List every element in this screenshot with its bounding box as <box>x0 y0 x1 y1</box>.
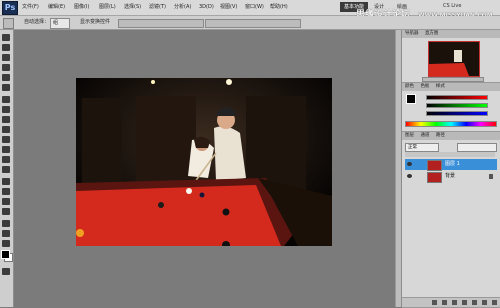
distribute-buttons[interactable] <box>205 19 301 28</box>
menu-image[interactable]: 图像(I) <box>74 1 89 13</box>
color-panel: 颜色 色板 样式 <box>402 83 500 132</box>
folder-icon[interactable] <box>472 300 477 305</box>
layer-thumbnail <box>427 160 442 171</box>
eye-icon[interactable] <box>407 162 412 166</box>
tab-paths[interactable]: 路径 <box>436 133 445 138</box>
eraser-tool-icon[interactable] <box>2 136 10 143</box>
cs-live-button[interactable]: CS Live <box>443 3 461 9</box>
navigator-zoom-slider[interactable] <box>422 77 484 82</box>
options-bar: 自动选择： 组 显示变换控件 <box>0 16 500 30</box>
history-brush-tool-icon[interactable] <box>2 126 10 133</box>
toolbox <box>0 30 14 307</box>
navigator-tabs: 导航器 直方图 <box>402 30 500 38</box>
show-transform-checkbox[interactable]: 显示变换控件 <box>78 18 112 27</box>
menu-view[interactable]: 视图(V) <box>220 1 237 13</box>
move-tool-icon[interactable] <box>3 18 14 29</box>
tab-styles[interactable]: 样式 <box>436 84 445 89</box>
mask-icon[interactable] <box>452 300 457 305</box>
adjustment-icon[interactable] <box>462 300 467 305</box>
crop-tool-icon[interactable] <box>2 74 10 81</box>
navigator-panel: 导航器 直方图 <box>402 30 500 83</box>
tab-channels[interactable]: 通道 <box>420 133 429 138</box>
hand-tool-icon[interactable] <box>2 230 10 237</box>
menu-layer[interactable]: 图层(L) <box>99 1 116 13</box>
clone-stamp-tool-icon[interactable] <box>2 116 10 123</box>
tab-swatches[interactable]: 色板 <box>420 84 429 89</box>
menu-file[interactable]: 文件(F) <box>22 1 39 13</box>
lock-icon <box>489 174 493 179</box>
lock-row[interactable] <box>405 152 495 157</box>
navigator-thumbnail[interactable] <box>428 41 480 77</box>
tab-navigator[interactable]: 导航器 <box>405 31 419 36</box>
menu-help[interactable]: 帮助(H) <box>270 1 288 13</box>
menu-analysis[interactable]: 分析(A) <box>174 1 191 13</box>
layers-panel: 图层 通道 路径 正常 图层 1 背景 <box>402 132 500 308</box>
wall-panel <box>136 96 196 191</box>
color-foreground-swatch[interactable] <box>406 94 416 104</box>
lasso-tool-icon[interactable] <box>2 54 10 61</box>
cue-ball <box>186 188 192 194</box>
gradient-tool-icon[interactable] <box>2 146 10 153</box>
link-icon[interactable] <box>432 300 437 305</box>
healing-brush-tool-icon[interactable] <box>2 96 10 103</box>
blend-mode-dropdown[interactable]: 正常 <box>405 143 439 152</box>
ball-black <box>222 208 230 216</box>
type-tool-icon[interactable] <box>2 188 10 195</box>
ball-black <box>158 202 164 208</box>
menu-select[interactable]: 选择(S) <box>124 1 141 13</box>
photoshop-logo-icon[interactable]: Ps <box>2 1 18 15</box>
ceiling-light <box>226 79 232 85</box>
3d-rotate-tool-icon[interactable] <box>2 220 10 227</box>
menu-edit[interactable]: 编辑(E) <box>48 1 65 13</box>
layer-name: 背景 <box>445 173 456 179</box>
ball-orange <box>76 229 84 237</box>
layer-row-background[interactable]: 背景 <box>405 171 497 183</box>
menu-3d[interactable]: 3D(D) <box>199 1 214 13</box>
marquee-tool-icon[interactable] <box>2 44 10 51</box>
quick-select-tool-icon[interactable] <box>2 64 10 71</box>
color-blue-slider[interactable] <box>426 111 488 116</box>
layer-row-selected[interactable]: 图层 1 <box>405 159 497 171</box>
path-select-tool-icon[interactable] <box>2 198 10 205</box>
trash-icon[interactable] <box>492 300 497 305</box>
navigator-preview <box>429 42 479 76</box>
auto-select-label: 自动选择： <box>24 19 50 25</box>
foreground-color-swatch[interactable] <box>1 250 10 259</box>
color-tabs: 颜色 色板 样式 <box>402 83 500 91</box>
fx-icon[interactable] <box>442 300 447 305</box>
pen-tool-icon[interactable] <box>2 178 10 185</box>
menu-filter[interactable]: 滤镜(T) <box>149 1 166 13</box>
layer-thumbnail <box>427 172 442 183</box>
new-layer-icon[interactable] <box>482 300 487 305</box>
photo-billiards <box>76 78 332 246</box>
tab-layers[interactable]: 图层 <box>405 133 414 138</box>
dodge-tool-icon[interactable] <box>2 166 10 173</box>
ceiling-light <box>151 80 155 84</box>
quick-mask-icon[interactable] <box>2 268 10 275</box>
zoom-tool-icon[interactable] <box>2 240 10 247</box>
document-canvas[interactable] <box>76 78 332 246</box>
opacity-field[interactable] <box>457 143 497 152</box>
move-tool-icon[interactable] <box>2 34 10 41</box>
tab-histogram[interactable]: 直方图 <box>425 31 439 36</box>
brush-tool-icon[interactable] <box>2 106 10 113</box>
shape-tool-icon[interactable] <box>2 208 10 215</box>
auto-select-dropdown[interactable]: 组 <box>50 18 70 29</box>
menu-window[interactable]: 窗口(W) <box>245 1 264 13</box>
align-buttons[interactable] <box>118 19 204 28</box>
wall-panel <box>246 96 306 191</box>
color-green-slider[interactable] <box>426 103 488 108</box>
blur-tool-icon[interactable] <box>2 156 10 163</box>
eyedropper-tool-icon[interactable] <box>2 84 10 91</box>
layers-footer <box>402 297 500 307</box>
eye-icon[interactable] <box>407 174 412 178</box>
panel-dock: 导航器 直方图 颜色 色板 样式 图层 通道 路径 正常 图层 1 背景 <box>401 30 500 308</box>
layer-name: 图层 1 <box>445 161 460 167</box>
tab-color[interactable]: 颜色 <box>405 84 414 89</box>
table-felt <box>76 185 281 246</box>
color-red-slider[interactable] <box>426 95 488 100</box>
layers-tabs: 图层 通道 路径 <box>402 132 500 140</box>
ball-blue <box>199 192 205 198</box>
color-spectrum-bar[interactable] <box>405 121 497 127</box>
